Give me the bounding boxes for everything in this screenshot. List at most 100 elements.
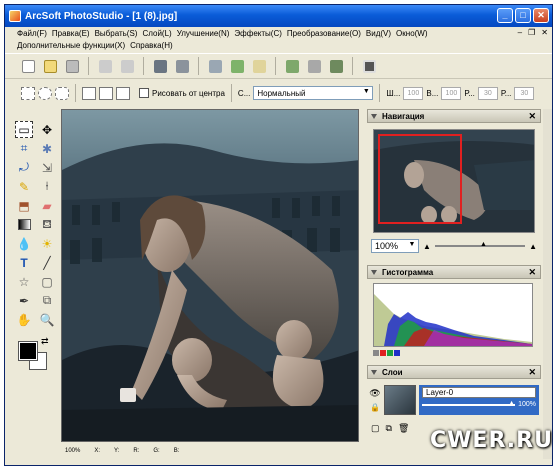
duplicate-layer-icon[interactable]: ⧉ bbox=[386, 423, 392, 434]
clone-icon[interactable]: ⧉ bbox=[38, 292, 56, 309]
zoom-slider-thumb[interactable]: ▲ bbox=[480, 241, 487, 248]
navigator-thumbnail[interactable] bbox=[373, 129, 535, 233]
dropper-icon[interactable]: ⍿ bbox=[38, 178, 56, 195]
redo-button[interactable] bbox=[118, 57, 136, 75]
rotate-tool-icon[interactable]: ⤾ bbox=[15, 159, 33, 176]
browser-button[interactable] bbox=[360, 57, 378, 75]
mdi-minimize-icon[interactable]: – bbox=[518, 28, 522, 37]
fill-icon[interactable]: ⛾ bbox=[38, 216, 56, 233]
radius2-field[interactable]: 30 bbox=[514, 86, 535, 100]
gradient-icon[interactable] bbox=[15, 216, 33, 233]
redeye-icon[interactable]: ✒ bbox=[15, 292, 33, 309]
foreground-color[interactable] bbox=[18, 341, 38, 361]
channel-blue-icon[interactable] bbox=[394, 350, 400, 356]
menu-select[interactable]: Выбрать(S) bbox=[95, 29, 138, 38]
blend-mode-select[interactable]: Нормальный ▼ bbox=[253, 86, 374, 100]
layer-name-field[interactable]: Layer-0 bbox=[422, 387, 536, 398]
menu-effects[interactable]: Эффекты(C) bbox=[234, 29, 281, 38]
lock-icon[interactable]: 🔒 bbox=[370, 403, 380, 412]
layer-row[interactable]: 👁 🔒 Layer-0 ▲ 100% bbox=[369, 383, 539, 417]
menu-transform[interactable]: Преобразование(O) bbox=[287, 29, 361, 38]
camera-button[interactable] bbox=[305, 57, 323, 75]
rect-shape-icon[interactable]: ▢ bbox=[38, 273, 56, 290]
blur-icon[interactable]: 💧 bbox=[15, 235, 33, 252]
swap-colors-icon[interactable]: ⇄ bbox=[41, 336, 49, 347]
zoom-slider[interactable]: ▲ bbox=[434, 241, 526, 248]
color-swatches[interactable]: ⇄ bbox=[15, 336, 55, 372]
new-layer-icon[interactable]: ▢ bbox=[371, 423, 380, 434]
scan-button[interactable] bbox=[151, 57, 169, 75]
email-button[interactable] bbox=[250, 57, 268, 75]
height-field[interactable]: 100 bbox=[441, 86, 462, 100]
menu-window[interactable]: Окно(W) bbox=[396, 29, 427, 38]
width-field[interactable]: 100 bbox=[403, 86, 424, 100]
maximize-button[interactable]: □ bbox=[515, 8, 531, 23]
zoom-select[interactable]: 100% ▼ bbox=[371, 239, 419, 253]
undo-button[interactable] bbox=[96, 57, 114, 75]
hand-tool-icon[interactable]: ✋ bbox=[15, 311, 33, 328]
shape-tool-icon[interactable]: ☆ bbox=[15, 273, 33, 290]
import-button[interactable] bbox=[206, 57, 224, 75]
eye-icon[interactable]: 👁 bbox=[369, 388, 380, 399]
delete-layer-icon[interactable]: 🗑 bbox=[398, 423, 409, 434]
zoom-tool-icon[interactable]: 🔍 bbox=[38, 311, 56, 328]
menu-edit[interactable]: Правка(E) bbox=[52, 29, 90, 38]
collapse-icon[interactable] bbox=[371, 370, 377, 375]
opacity-slider-thumb[interactable]: ▲ bbox=[508, 400, 515, 407]
close-icon[interactable]: ✕ bbox=[528, 367, 536, 378]
menu-file[interactable]: Файл(F) bbox=[17, 29, 47, 38]
collapse-icon[interactable] bbox=[371, 270, 377, 275]
new-button[interactable] bbox=[19, 57, 37, 75]
brightness-icon[interactable]: ☀ bbox=[38, 235, 56, 252]
stamp-icon[interactable]: ⬒ bbox=[15, 197, 33, 214]
radius-field[interactable]: 30 bbox=[477, 86, 498, 100]
move-tool-icon[interactable]: ✥ bbox=[38, 121, 56, 138]
menu-help[interactable]: Справка(H) bbox=[130, 41, 173, 50]
menu-extra[interactable]: Дополнительные функции(X) bbox=[17, 41, 125, 50]
view-rectangle[interactable] bbox=[378, 134, 462, 224]
new-selection-icon[interactable] bbox=[82, 86, 96, 100]
close-icon[interactable]: ✕ bbox=[528, 111, 536, 122]
magic-wand-icon[interactable]: ✱ bbox=[38, 140, 56, 157]
print-button[interactable] bbox=[173, 57, 191, 75]
channel-green-icon[interactable] bbox=[387, 350, 393, 356]
collapse-icon[interactable] bbox=[371, 114, 377, 119]
line-tool-icon[interactable]: ╱ bbox=[38, 254, 56, 271]
eraser-icon[interactable]: ▰ bbox=[38, 197, 56, 214]
slideshow-button[interactable] bbox=[327, 57, 345, 75]
close-button[interactable]: ✕ bbox=[533, 8, 549, 23]
crop-tool-icon[interactable]: ⌗ bbox=[15, 140, 33, 157]
histogram-header[interactable]: Гистограмма ✕ bbox=[367, 265, 541, 279]
open-button[interactable] bbox=[41, 57, 59, 75]
marquee-tool-icon[interactable]: ▭ bbox=[15, 121, 33, 138]
save-button[interactable] bbox=[63, 57, 81, 75]
menu-enhance[interactable]: Улучшение(N) bbox=[177, 29, 230, 38]
layers-header[interactable]: Слои ✕ bbox=[367, 365, 541, 379]
zoom-in-icon[interactable]: ▲ bbox=[529, 242, 537, 251]
ellipse-select-option-icon[interactable] bbox=[38, 86, 52, 100]
add-selection-icon[interactable] bbox=[99, 86, 113, 100]
opacity-slider[interactable]: ▲ bbox=[422, 400, 516, 407]
close-icon[interactable]: ✕ bbox=[528, 267, 536, 278]
channel-selector[interactable] bbox=[373, 350, 535, 356]
zoom-out-icon[interactable]: ▲ bbox=[423, 242, 431, 251]
pencil-icon[interactable]: ✎ bbox=[15, 178, 33, 195]
panel-scrollbar[interactable] bbox=[543, 109, 552, 459]
menu-view[interactable]: Вид(V) bbox=[366, 29, 391, 38]
mdi-close-icon[interactable]: ✕ bbox=[541, 28, 548, 37]
rect-select-option-icon[interactable] bbox=[21, 86, 35, 100]
channel-all-icon[interactable] bbox=[373, 350, 379, 356]
channel-red-icon[interactable] bbox=[380, 350, 386, 356]
subtract-selection-icon[interactable] bbox=[116, 86, 130, 100]
menu-layer[interactable]: Слой(L) bbox=[142, 29, 171, 38]
minimize-button[interactable]: _ bbox=[497, 8, 513, 23]
photo-button[interactable] bbox=[283, 57, 301, 75]
text-tool-icon[interactable]: T bbox=[15, 254, 33, 271]
mdi-restore-icon[interactable]: ❐ bbox=[528, 28, 535, 37]
navigator-header[interactable]: Навигация ✕ bbox=[367, 109, 541, 123]
image-canvas[interactable] bbox=[61, 109, 359, 442]
rounded-select-option-icon[interactable] bbox=[55, 86, 69, 100]
export-button[interactable] bbox=[228, 57, 246, 75]
resize-tool-icon[interactable]: ⇲ bbox=[38, 159, 56, 176]
draw-from-center-checkbox[interactable] bbox=[139, 88, 149, 98]
